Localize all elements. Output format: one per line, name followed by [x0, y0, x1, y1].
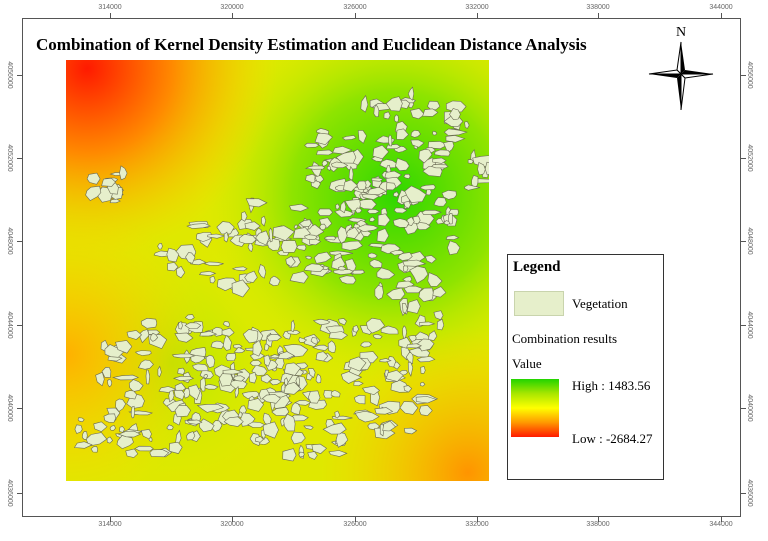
- north-arrow-icon: N: [648, 25, 714, 111]
- y-tick-label: 4036000: [5, 479, 13, 507]
- vegetation-swatch: [514, 291, 564, 316]
- y-tick-label: 4044000: [745, 311, 753, 339]
- vegetation-patch: [280, 240, 298, 253]
- y-tick-mark: [17, 75, 22, 76]
- map-title: Combination of Kernel Density Estimation…: [36, 35, 587, 54]
- y-tick-mark: [741, 75, 746, 76]
- vegetation-patch: [148, 437, 153, 442]
- y-tick-label: 4056000: [5, 61, 13, 89]
- vegetation-patch: [130, 405, 136, 419]
- vegetation-patch: [448, 213, 453, 225]
- x-tick-mark: [110, 13, 111, 18]
- x-tick-label: 338000: [586, 4, 610, 11]
- high-value-label: High : 1483.56: [572, 378, 651, 393]
- y-tick-mark: [17, 325, 22, 326]
- y-tick-label: 4048000: [745, 227, 753, 255]
- x-tick-label: 344000: [709, 4, 733, 11]
- x-tick-mark: [355, 13, 356, 18]
- vegetation-patch: [177, 367, 186, 375]
- x-tick-mark: [477, 517, 478, 522]
- vegetation-patch: [431, 164, 449, 169]
- vegetation-patch: [307, 390, 321, 404]
- y-tick-mark: [17, 241, 22, 242]
- y-tick-mark: [17, 158, 22, 159]
- y-tick-label: 4036000: [745, 479, 753, 507]
- x-tick-mark: [598, 13, 599, 18]
- x-tick-mark: [477, 13, 478, 18]
- y-tick-label: 4040000: [745, 394, 753, 422]
- x-tick-mark: [110, 517, 111, 522]
- vegetation-patch: [174, 405, 191, 418]
- x-tick-mark: [721, 13, 722, 18]
- value-label: Value: [512, 356, 542, 371]
- x-tick-label: 344000: [709, 521, 733, 528]
- y-tick-mark: [741, 493, 746, 494]
- x-tick-label: 338000: [586, 521, 610, 528]
- vegetation-patch: [420, 366, 426, 374]
- vegetation-patch: [178, 321, 183, 330]
- x-tick-label: 332000: [465, 4, 489, 11]
- x-tick-mark: [598, 517, 599, 522]
- north-arrow: N: [646, 22, 716, 112]
- vegetation-patch: [134, 445, 154, 452]
- legend-title: Legend: [513, 259, 561, 275]
- y-tick-label: 4044000: [5, 311, 13, 339]
- y-tick-label: 4040000: [5, 394, 13, 422]
- vegetation-patch: [298, 451, 305, 458]
- vegetation-patch: [304, 142, 320, 148]
- legend-box: Legend Vegetation Combination results Va…: [507, 254, 664, 480]
- color-ramp: [511, 379, 559, 437]
- vegetation-patch: [412, 215, 421, 225]
- x-tick-mark: [721, 517, 722, 522]
- raster-svg: [66, 60, 489, 481]
- vegetation-patch: [249, 371, 257, 384]
- north-label: N: [676, 25, 686, 40]
- vegetation-patch: [225, 352, 237, 362]
- x-tick-label: 320000: [220, 4, 244, 11]
- x-tick-mark: [355, 517, 356, 522]
- vegetation-patch: [394, 114, 399, 123]
- vegetation-patch: [374, 284, 384, 300]
- y-tick-label: 4052000: [745, 144, 753, 172]
- y-tick-label: 4056000: [745, 61, 753, 89]
- x-tick-mark: [232, 13, 233, 18]
- vegetation-patch: [319, 223, 327, 231]
- x-tick-label: 314000: [98, 521, 122, 528]
- combination-label: Combination results: [512, 331, 618, 346]
- y-tick-mark: [741, 408, 746, 409]
- y-tick-mark: [17, 408, 22, 409]
- x-tick-label: 326000: [343, 4, 367, 11]
- x-tick-mark: [232, 517, 233, 522]
- y-tick-label: 4052000: [5, 144, 13, 172]
- x-tick-label: 314000: [98, 4, 122, 11]
- vegetation-patch: [388, 134, 393, 147]
- vegetation-patch: [316, 149, 334, 156]
- vegetation-patch: [385, 143, 401, 150]
- low-value-label: Low : -2684.27: [572, 431, 653, 446]
- vegetation-patch: [383, 111, 391, 120]
- y-tick-mark: [741, 241, 746, 242]
- x-tick-label: 320000: [220, 521, 244, 528]
- y-tick-label: 4048000: [5, 227, 13, 255]
- x-tick-label: 332000: [465, 521, 489, 528]
- vegetation-patch: [317, 208, 334, 216]
- y-tick-mark: [741, 158, 746, 159]
- vegetation-label: Vegetation: [572, 296, 628, 311]
- y-tick-mark: [741, 325, 746, 326]
- x-tick-label: 326000: [343, 521, 367, 528]
- y-tick-mark: [17, 493, 22, 494]
- vegetation-patch: [249, 360, 262, 367]
- vegetation-patch: [171, 353, 196, 359]
- raster-map: [66, 60, 489, 481]
